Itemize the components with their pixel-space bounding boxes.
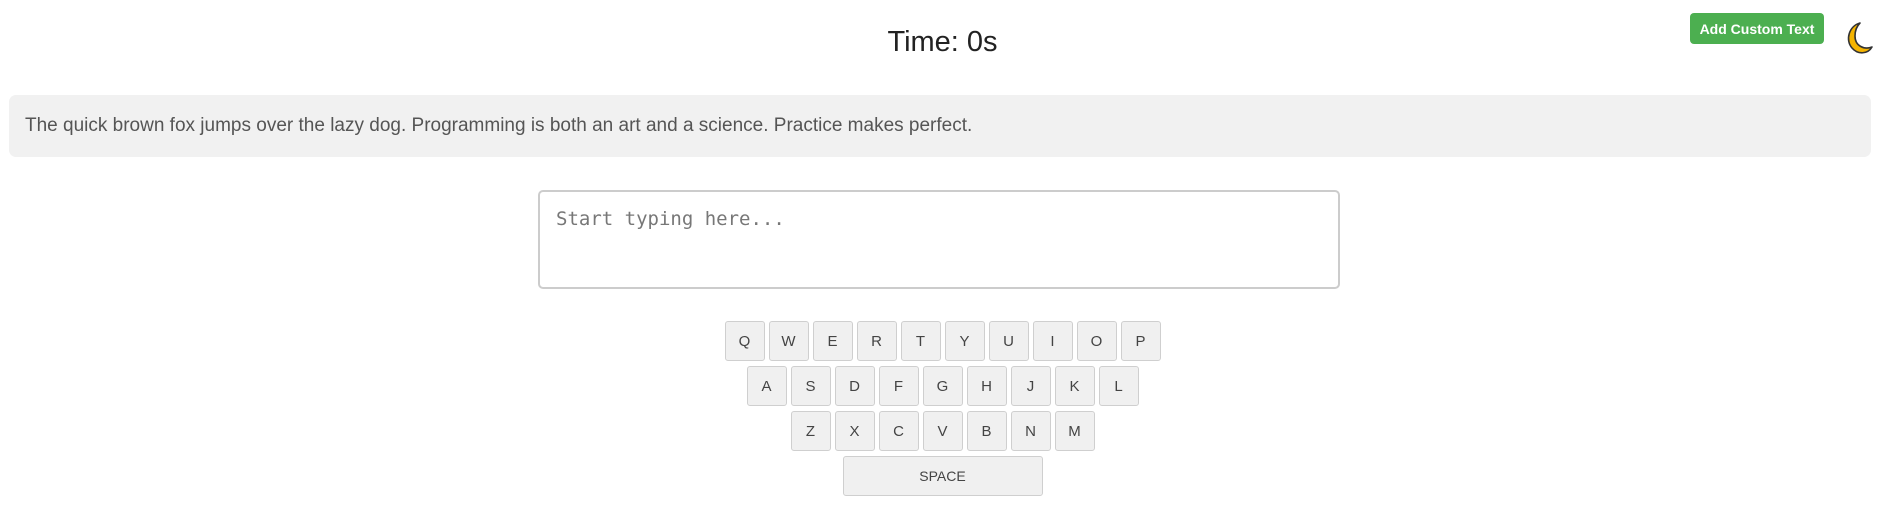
key-p[interactable]: P <box>1120 321 1161 361</box>
keyboard-row: ASDFGHJKL <box>0 366 1885 406</box>
sample-text: The quick brown fox jumps over the lazy … <box>25 115 973 136</box>
add-custom-text-button[interactable]: Add Custom Text <box>1690 13 1824 44</box>
key-o[interactable]: O <box>1076 321 1117 361</box>
key-c[interactable]: C <box>878 411 919 451</box>
key-j[interactable]: J <box>1010 366 1051 406</box>
typing-test-page: Time: 0s Add Custom Text The quick brown… <box>0 0 1885 530</box>
key-e[interactable]: E <box>812 321 853 361</box>
key-a[interactable]: A <box>746 366 787 406</box>
key-y[interactable]: Y <box>944 321 985 361</box>
key-r[interactable]: R <box>856 321 897 361</box>
on-screen-keyboard: Q W E R T Y U I O P A S D F G H J K L Z X C V B N M SPACE <box>0 321 1885 501</box>
keyboard-row: QWERTYUIOP <box>0 321 1885 361</box>
key-f[interactable]: F <box>878 366 919 406</box>
key-n[interactable]: N <box>1010 411 1051 451</box>
key-u[interactable]: U <box>988 321 1029 361</box>
keyboard-row: ZXCVBNM <box>0 411 1885 451</box>
typing-input[interactable] <box>538 190 1340 289</box>
theme-toggle-button[interactable] <box>1840 18 1874 58</box>
key-g[interactable]: G <box>922 366 963 406</box>
key-t[interactable]: T <box>900 321 941 361</box>
key-z[interactable]: Z <box>790 411 831 451</box>
moon-icon <box>1847 22 1873 54</box>
key-d[interactable]: D <box>834 366 875 406</box>
key-v[interactable]: V <box>922 411 963 451</box>
key-w[interactable]: W <box>768 321 809 361</box>
key-b[interactable]: B <box>966 411 1007 451</box>
key-m[interactable]: M <box>1054 411 1095 451</box>
timer-display: Time: 0s <box>887 26 998 58</box>
sample-text-panel: The quick brown fox jumps over the lazy … <box>9 95 1871 157</box>
key-i[interactable]: I <box>1032 321 1073 361</box>
key-k[interactable]: K <box>1054 366 1095 406</box>
key-s[interactable]: S <box>790 366 831 406</box>
key-space[interactable]: SPACE <box>842 456 1043 496</box>
key-q[interactable]: Q <box>724 321 765 361</box>
key-l[interactable]: L <box>1098 366 1139 406</box>
keyboard-row: SPACE <box>0 456 1885 496</box>
key-h[interactable]: H <box>966 366 1007 406</box>
key-x[interactable]: X <box>834 411 875 451</box>
